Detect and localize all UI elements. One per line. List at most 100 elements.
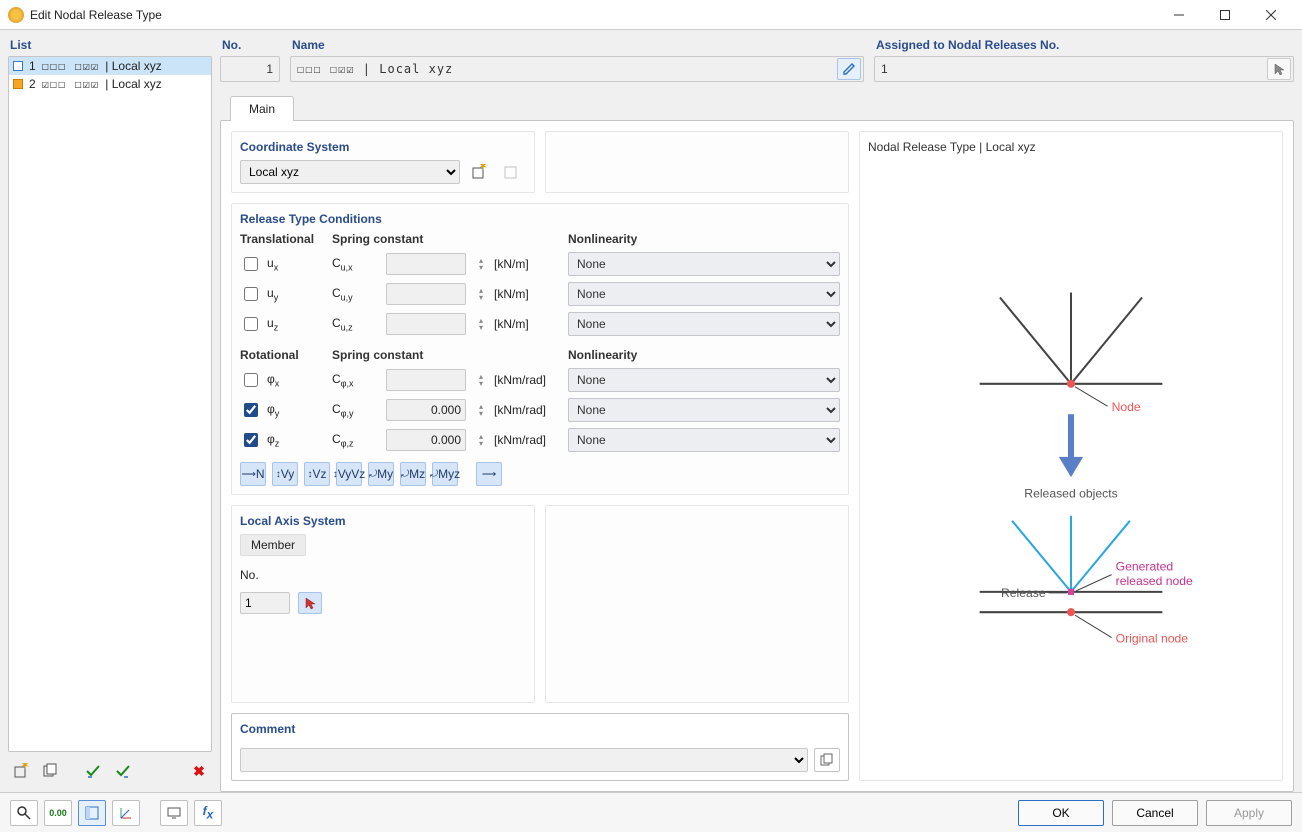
member-chip[interactable]: Member [240,534,306,556]
list-item[interactable]: 2 ☑☐☐ ☐☑☑ | Local xyz [9,75,211,93]
unit: [kN/m] [494,317,564,331]
cuy-input[interactable] [386,283,466,305]
misc-button-1[interactable] [160,800,188,826]
edit-name-button[interactable] [837,58,861,80]
spinner[interactable] [474,429,488,451]
preset-reset[interactable]: ⟶ [476,462,502,486]
list-heading: List [8,38,212,52]
spinner[interactable] [474,283,488,305]
type-list[interactable]: 1 ☐☐☐ ☐☑☑ | Local xyz 2 ☑☐☐ ☐☑☑ | Local … [8,56,212,752]
minimize-button[interactable] [1156,0,1202,30]
label-gen-node: Generated [1116,560,1174,574]
comment-input[interactable] [240,748,808,772]
dialog-footer: 0.00 fx OK Cancel Apply [0,792,1302,832]
phiy-nonlinearity[interactable]: None [568,398,840,422]
no-field[interactable]: 1 [220,56,280,82]
ok-button[interactable]: OK [1018,800,1104,826]
svg-text:✶: ✶ [478,164,487,173]
uz-nonlinearity[interactable]: None [568,312,840,336]
edit-coord-button[interactable] [498,160,524,184]
phiz-nonlinearity[interactable]: None [568,428,840,452]
list-item-num: 1 [29,59,36,73]
cursor-icon [303,596,317,610]
cphiy-input[interactable] [386,399,466,421]
spinner[interactable] [474,369,488,391]
rotational-heading: Rotational [240,348,328,362]
cux-input[interactable] [386,253,466,275]
preset-myz[interactable]: ⤾Myz [432,462,458,486]
screen-icon [166,805,182,821]
member-no-input[interactable] [240,592,290,614]
units-button[interactable]: 0.00 [44,800,72,826]
group-title: Release Type Conditions [240,212,840,226]
nodal-release-diagram: Node Released objects [868,158,1274,772]
help-button[interactable] [10,800,38,826]
list-item-num: 2 [29,77,36,91]
uy-checkbox[interactable]: uy [240,284,328,304]
spinner[interactable] [474,253,488,275]
preset-vyvz[interactable]: ↕VyVz [336,462,362,486]
cphix-input[interactable] [386,369,466,391]
delete-button[interactable]: ✖ [186,759,212,783]
ux-nonlinearity[interactable]: None [568,252,840,276]
cancel-button[interactable]: Cancel [1112,800,1198,826]
view-button[interactable] [78,800,106,826]
apply-button[interactable]: Apply [1206,800,1292,826]
name-field[interactable]: ☐☐☐ ☐☑☑ | Local xyz [290,56,864,82]
preset-mz[interactable]: ⤾Mz [400,462,426,486]
diagram-panel: Nodal Release Type | Local xyz Node [859,131,1283,781]
preset-my[interactable]: ⤾My [368,462,394,486]
spinner[interactable] [474,313,488,335]
cuz-input[interactable] [386,313,466,335]
placeholder-group-bottom [545,505,849,703]
cphiz-input[interactable] [386,429,466,451]
pick-assigned-button[interactable] [1267,58,1291,80]
phiy-checkbox[interactable]: φy [240,400,328,420]
uy-nonlinearity[interactable]: None [568,282,840,306]
new-coord-button[interactable]: ✶ [466,160,492,184]
name-label: Name [290,38,864,52]
label-node: Node [1112,400,1141,414]
translational-heading: Translational [240,232,328,246]
comment-copy-button[interactable] [814,748,840,772]
uz-checkbox[interactable]: uz [240,314,328,334]
ux-checkbox[interactable]: ux [240,254,328,274]
tab-main[interactable]: Main [230,96,294,121]
magnifier-icon [16,805,32,821]
preset-vy[interactable]: ↕Vy [272,462,298,486]
unit: [kNm/rad] [494,373,564,387]
check-out-button[interactable] [110,759,136,783]
new-button[interactable]: ✶ [8,759,34,783]
units-icon: 0.00 [49,808,67,818]
phix-checkbox[interactable]: φx [240,370,328,390]
cphix-label: Cφ,x [332,372,382,388]
copy-button[interactable] [38,759,64,783]
preset-n[interactable]: ⟶N [240,462,266,486]
delete-icon: ✖ [193,763,205,780]
copy-icon [820,753,834,767]
list-item[interactable]: 1 ☐☐☐ ☐☑☑ | Local xyz [9,57,211,75]
cuz-label: Cu,z [332,316,382,332]
close-button[interactable] [1248,0,1294,30]
nonlinearity-heading: Nonlinearity [568,232,840,246]
preset-vz[interactable]: ↕Vz [304,462,330,486]
spinner[interactable] [474,399,488,421]
axes-button[interactable] [112,800,140,826]
pick-member-button[interactable] [298,592,322,614]
label-released-objects: Released objects [1024,486,1117,500]
app-icon [8,7,24,23]
local-axis-group: Local Axis System Member No. [231,505,535,703]
phiz-checkbox[interactable]: φz [240,430,328,450]
label-orig-node: Original node [1116,632,1189,646]
assigned-field[interactable]: 1 [874,56,1294,82]
group-title: Local Axis System [240,514,526,528]
phix-nonlinearity[interactable]: None [568,368,840,392]
maximize-button[interactable] [1202,0,1248,30]
check-in-button[interactable] [80,759,106,783]
pencil-icon [842,62,856,76]
window-title: Edit Nodal Release Type [30,8,1156,22]
no-label: No. [220,38,280,52]
coordinate-system-select[interactable]: Local xyz [240,160,460,184]
misc-button-2[interactable]: fx [194,800,222,826]
axes-icon [118,805,134,821]
